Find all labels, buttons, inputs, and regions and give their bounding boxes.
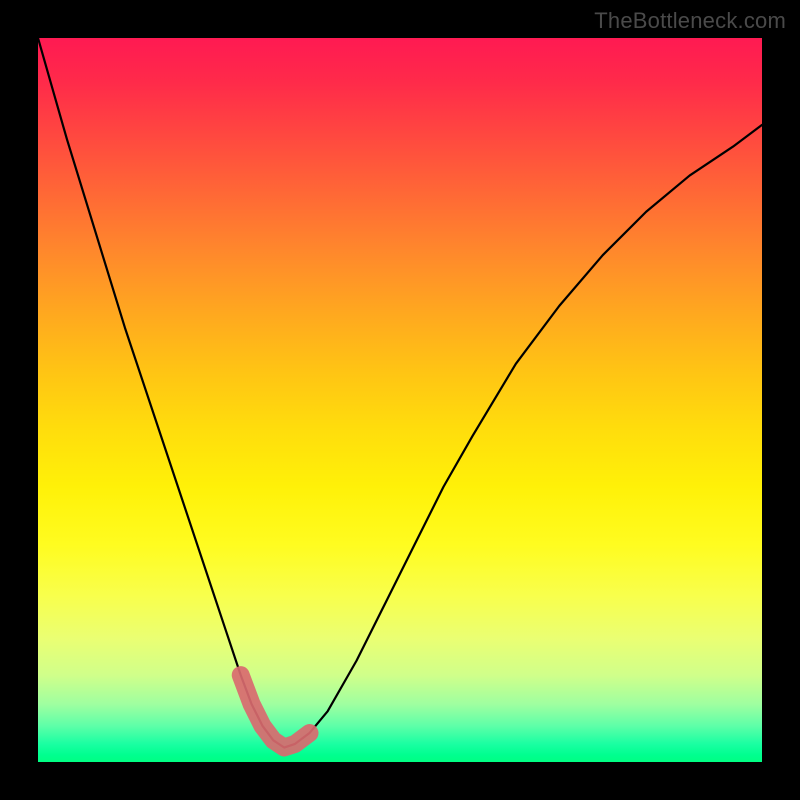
highlight-band	[241, 675, 310, 747]
curve-overlay	[38, 38, 762, 762]
chart-frame: TheBottleneck.com	[0, 0, 800, 800]
plot-area	[38, 38, 762, 762]
bottleneck-curve	[38, 38, 762, 748]
watermark-text: TheBottleneck.com	[594, 8, 786, 34]
